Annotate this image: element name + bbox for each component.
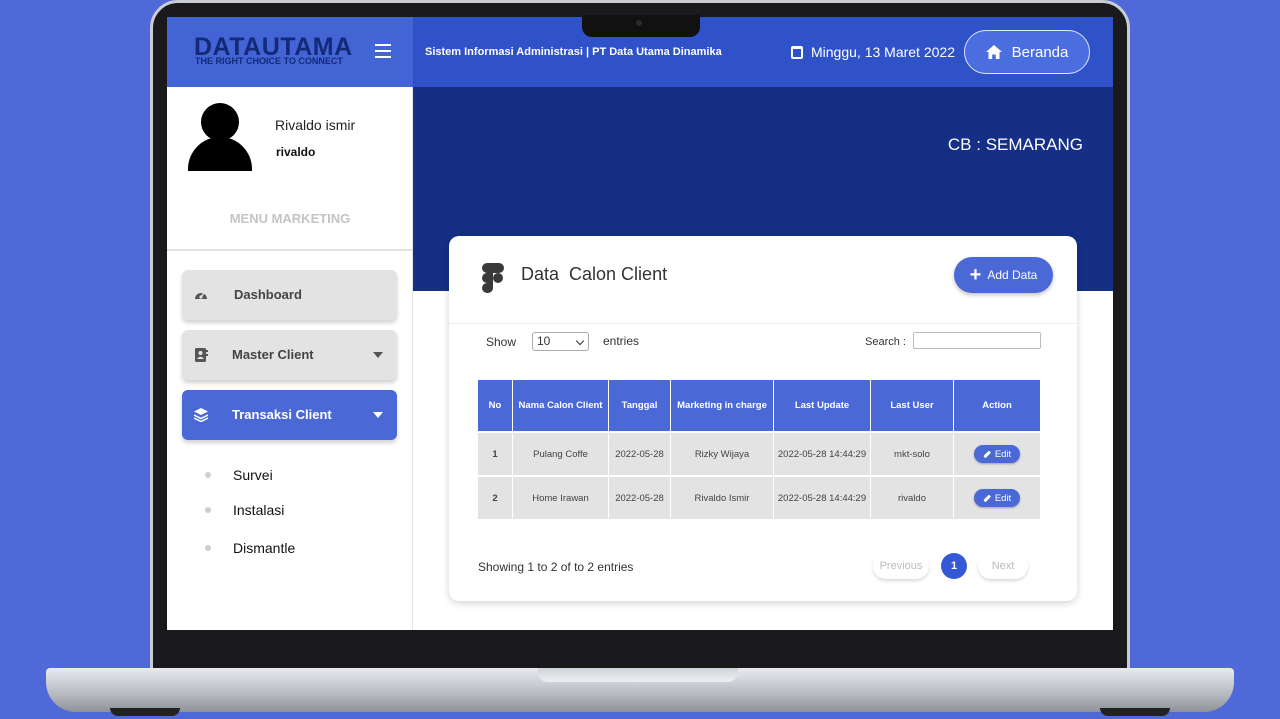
column-header[interactable]: Last User: [871, 380, 954, 431]
sidebar: Rivaldo ismir rivaldo MENU MARKETING Das…: [167, 87, 413, 630]
cell-tanggal: 2022-05-28: [609, 475, 671, 519]
menu-toggle-icon[interactable]: [375, 44, 391, 58]
system-title: Sistem Informasi Administrasi | PT Data …: [425, 46, 722, 58]
table-row: 1 Pulang Coffe 2022-05-28 Rizky Wijaya 2…: [478, 431, 1040, 475]
cell-tanggal: 2022-05-28: [609, 431, 671, 475]
bullet-dot-icon: [205, 507, 211, 513]
bullet-dot-icon: [205, 472, 211, 478]
sidebar-item-label: Dashboard: [234, 287, 302, 302]
camera-notch: [582, 15, 700, 37]
plus-icon: +: [969, 264, 982, 286]
sidebar-item-label: Master Client: [232, 347, 314, 362]
showing-entries-text: Showing 1 to 2 of to 2 entries: [478, 560, 634, 574]
cell-last-update: 2022-05-28 14:44:29: [774, 475, 871, 519]
submenu-item-survei[interactable]: Survei: [205, 467, 273, 483]
card-title: Data Calon Client: [521, 264, 668, 284]
pencil-icon: [983, 450, 991, 458]
pagination-page-1[interactable]: 1: [941, 553, 967, 579]
dashboard-gauge-icon: [195, 292, 207, 299]
card-header: Data Calon Client + Add Data: [449, 236, 1077, 324]
brand-area: DATAUTAMA THE RIGHT CHOICE TO CONNECT: [167, 17, 413, 87]
entries-label: entries: [603, 334, 640, 348]
column-header[interactable]: Action: [954, 380, 1040, 431]
pencil-icon: [983, 494, 991, 502]
column-header[interactable]: Last Update: [774, 380, 871, 431]
sidebar-item-transaksi-client[interactable]: Transaksi Client: [182, 390, 397, 440]
date-text: Minggu, 13 Maret 2022: [811, 44, 955, 60]
header-bar: Sistem Informasi Administrasi | PT Data …: [413, 17, 1113, 87]
cell-last-user: rivaldo: [871, 475, 954, 519]
address-book-icon: [195, 348, 208, 362]
submenu-item-dismantle[interactable]: Dismantle: [205, 540, 295, 556]
figma-icon: [482, 263, 504, 293]
cell-action: Edit: [954, 431, 1040, 475]
beranda-button[interactable]: Beranda: [964, 30, 1090, 74]
column-header[interactable]: No: [478, 380, 513, 431]
pagination-next[interactable]: Next: [978, 553, 1028, 579]
cell-name: Pulang Coffe: [513, 431, 609, 475]
cell-marketing: Rizky Wijaya: [671, 431, 774, 475]
app-screen: DATAUTAMA THE RIGHT CHOICE TO CONNECT Si…: [167, 17, 1113, 630]
cell-no: 2: [478, 475, 513, 519]
edit-label: Edit: [994, 448, 1012, 460]
data-card: Data Calon Client + Add Data Show 10 ent…: [449, 236, 1077, 601]
cell-last-update: 2022-05-28 14:44:29: [774, 431, 871, 475]
bullet-dot-icon: [205, 545, 211, 551]
pagination-previous[interactable]: Previous: [873, 553, 929, 579]
sidebar-item-label: Transaksi Client: [232, 407, 332, 422]
cell-last-user: mkt-solo: [871, 431, 954, 475]
page-size-select[interactable]: 10: [532, 332, 589, 351]
sidebar-item-master-client[interactable]: Master Client: [182, 330, 397, 380]
brand-tagline: THE RIGHT CHOICE TO CONNECT: [195, 56, 343, 66]
branch-label: CB : SEMARANG: [947, 135, 1083, 154]
edit-button[interactable]: Edit: [973, 489, 1021, 507]
search-input[interactable]: [913, 332, 1041, 349]
column-header[interactable]: Tanggal: [609, 380, 671, 431]
user-profile: Rivaldo ismir rivaldo MENU MARKETING: [167, 87, 413, 251]
client-table: No Nama Calon Client Tanggal Marketing i…: [478, 380, 1040, 519]
chevron-down-icon: [575, 336, 585, 346]
submenu-label: Instalasi: [233, 502, 285, 518]
cell-action: Edit: [954, 475, 1040, 519]
sidebar-item-dashboard[interactable]: Dashboard: [182, 270, 397, 320]
search-label: Search :: [865, 336, 906, 348]
submenu-label: Survei: [233, 467, 273, 483]
edit-label: Edit: [994, 492, 1012, 504]
user-username: rivaldo: [276, 145, 316, 159]
menu-section-title: MENU MARKETING: [229, 211, 351, 226]
user-name: Rivaldo ismir: [275, 117, 356, 133]
layers-icon: [194, 408, 208, 422]
cell-marketing: Rivaldo Ismir: [671, 475, 774, 519]
table-header-row: No Nama Calon Client Tanggal Marketing i…: [478, 380, 1040, 431]
avatar: [187, 103, 253, 171]
submenu-label: Dismantle: [233, 540, 296, 556]
submenu-item-instalasi[interactable]: Instalasi: [205, 502, 284, 518]
table-row: 2 Home Irawan 2022-05-28 Rivaldo Ismir 2…: [478, 475, 1040, 519]
column-header[interactable]: Nama Calon Client: [513, 380, 609, 431]
calendar-icon: [791, 45, 803, 59]
column-header[interactable]: Marketing in charge: [671, 380, 774, 431]
chevron-down-icon: [373, 352, 383, 358]
show-label: Show: [486, 335, 517, 349]
laptop-base: [46, 668, 1234, 712]
cell-no: 1: [478, 431, 513, 475]
beranda-label: Beranda: [1011, 43, 1069, 61]
laptop-foot: [110, 708, 180, 716]
add-data-button[interactable]: + Add Data: [954, 257, 1053, 293]
edit-button[interactable]: Edit: [973, 445, 1021, 463]
page-size-value: 10: [537, 334, 551, 348]
cell-name: Home Irawan: [513, 475, 609, 519]
add-data-label: Add Data: [987, 268, 1038, 282]
laptop-foot: [1100, 708, 1170, 716]
home-icon: [985, 45, 1002, 59]
date-display: Minggu, 13 Maret 2022: [791, 44, 955, 60]
chevron-down-icon: [373, 412, 383, 418]
